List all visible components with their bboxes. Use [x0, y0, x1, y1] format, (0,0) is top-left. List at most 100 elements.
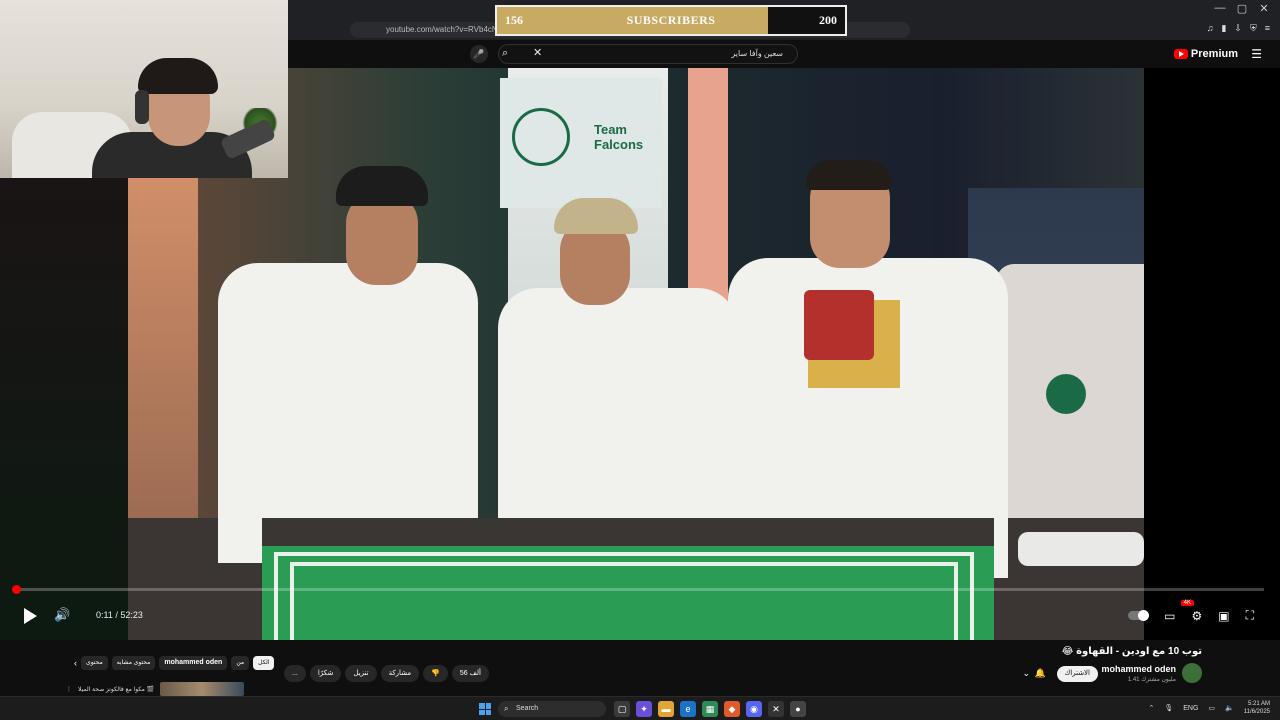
sidebar-icon[interactable]: ▮	[1221, 23, 1226, 34]
face	[346, 193, 418, 285]
chevron-left-icon[interactable]: ‹	[74, 658, 77, 668]
chip-more[interactable]: محتوى	[81, 656, 108, 670]
video-title: توب 10 مع اودين - القهاوة 😂	[1061, 646, 1202, 657]
store-icon[interactable]: ▦	[702, 701, 718, 717]
language-indicator[interactable]: ENG	[1183, 705, 1198, 712]
youtube-header: 🎤 سعين وآفا ساير ⌕ ✕ Premium ☰	[288, 40, 1280, 68]
subscriber-label: SUBSCRIBERS	[626, 13, 716, 27]
table-top	[262, 518, 994, 546]
clear-search-icon[interactable]: ✕	[533, 46, 542, 59]
video-info-area: توب 10 مع اودين - القهاوة 😂 mohammed ode…	[0, 640, 1280, 696]
voice-search-button[interactable]: 🎤	[470, 45, 488, 63]
xbox-icon[interactable]: ✕	[768, 701, 784, 717]
download-button[interactable]: تنزيل	[345, 665, 377, 682]
dislike-button[interactable]: 👎	[423, 665, 448, 682]
quality-badge: 4K	[1180, 600, 1194, 606]
player-right-controls: ▭ ⚙ ▣ ⛶	[1128, 608, 1254, 623]
cap	[554, 198, 638, 234]
more-actions-button[interactable]: ...	[284, 665, 306, 682]
play-button[interactable]	[24, 608, 37, 624]
cap	[336, 166, 428, 206]
youtube-play-logo-icon	[1173, 49, 1188, 59]
window-controls: — ▢ ✕	[1212, 2, 1272, 15]
maximize-button[interactable]: ▢	[1234, 2, 1250, 15]
player-controls: 🔊 0:11 / 52:23 4K ▭ ⚙ ▣ ⛶	[0, 600, 1280, 632]
falcon-logo-icon	[512, 108, 570, 166]
channel-name[interactable]: mohammed oden	[1101, 664, 1176, 674]
recommendation-item[interactable]: ⋮ مكوا مع فالكونز صحة الميلا 🎬	[66, 682, 244, 696]
settings-icon[interactable]: ⚙	[1191, 609, 1202, 623]
browser-menu-icon[interactable]: ≡	[1265, 23, 1270, 34]
chevron-down-icon[interactable]: ⌄	[1022, 668, 1030, 679]
recommendation-title[interactable]: مكوا مع فالكونز صحة الميلا 🎬	[78, 686, 154, 693]
channel-avatar[interactable]	[1182, 663, 1202, 683]
chip-all[interactable]: الكل	[253, 656, 275, 670]
discord-icon[interactable]: ◉	[746, 701, 762, 717]
search-input[interactable]: سعين وآفا ساير	[498, 44, 798, 64]
edge-icon[interactable]: e	[680, 701, 696, 717]
share-button[interactable]: مشاركة	[380, 665, 420, 682]
thanks-button[interactable]: شكرًا	[309, 665, 342, 682]
time-display: 0:11 / 52:23	[96, 610, 143, 620]
team-falcons-sign: Team Falcons	[500, 78, 662, 208]
copilot-icon[interactable]: ✦	[636, 701, 652, 717]
volume-icon[interactable]: 🔊	[54, 607, 70, 623]
menu-icon[interactable]: ☰	[1251, 47, 1262, 61]
search-icon[interactable]: ⌕	[502, 47, 508, 60]
tray-chevron-icon[interactable]: ⌃	[1148, 704, 1154, 712]
streamer-hair	[138, 58, 218, 94]
taskbar-search-placeholder: Search	[516, 705, 539, 712]
extension-icon[interactable]: ♫	[1207, 23, 1214, 34]
file-explorer-icon[interactable]: ▬	[658, 701, 674, 717]
chip-related[interactable]: محتوى مشابه	[111, 656, 156, 670]
system-tray: ⌃ 🎙 ENG ▭ 🔈 5:21 AM 11/6/2025	[1148, 700, 1270, 716]
screen: — ▢ ✕ 🔖 ⚙ youtube.com/watch?v=RVb4cNs3 ♫…	[0, 0, 1280, 720]
minimize-button[interactable]: —	[1212, 2, 1228, 15]
obs-icon[interactable]: ●	[790, 701, 806, 717]
subtitles-icon[interactable]: ▭	[1164, 609, 1175, 623]
start-button[interactable]	[479, 703, 491, 715]
sign-logo-text: Team Falcons	[594, 122, 644, 152]
subscriber-goal-count: 200	[819, 13, 837, 27]
subscriber-goal-bar: 156 SUBSCRIBERS 200	[495, 5, 847, 36]
progress-bar[interactable]	[16, 588, 1264, 591]
speaker-icon[interactable]: 🔈	[1225, 704, 1234, 712]
scrubber-handle[interactable]	[12, 585, 21, 594]
bell-icon[interactable]: 🔔	[1035, 668, 1046, 679]
youtube-premium-logo[interactable]: Premium	[1173, 48, 1238, 60]
downloads-icon[interactable]: ⇩	[1234, 23, 1242, 34]
premium-label: Premium	[1190, 48, 1238, 60]
mic-tray-icon[interactable]: 🎙	[1164, 704, 1173, 712]
brave-icon[interactable]: ◆	[724, 701, 740, 717]
hair	[806, 160, 892, 190]
player-side-area	[0, 178, 128, 640]
shield-icon[interactable]: ⛨	[1250, 23, 1257, 34]
extension-icons: ♫ ▮ ⇩ ⛨ ≡	[1207, 23, 1270, 34]
channel-subscriber-count: 1.41 مليون مشترك	[1127, 677, 1176, 683]
clock-date: 11/6/2025	[1243, 709, 1270, 715]
recommendation-chips: ‹ محتوى محتوى مشابه mohammed oden من الك…	[74, 656, 275, 670]
autoplay-toggle[interactable]	[1128, 610, 1150, 621]
close-window-button[interactable]: ✕	[1256, 2, 1272, 15]
headphones	[135, 90, 149, 124]
recommendation-thumbnail[interactable]	[159, 682, 244, 696]
chip-from[interactable]: من	[231, 656, 250, 670]
shirt-print	[804, 290, 900, 388]
windows-taskbar: ⌕ Search ▢ ✦ ▬ e ▦ ◆ ◉ ✕ ● ⌃ 🎙 ENG ▭ 🔈 5…	[0, 696, 1280, 720]
like-button[interactable]: 56 ألف	[451, 665, 489, 682]
clock[interactable]: 5:21 AM 11/6/2025	[1244, 700, 1270, 716]
task-view-icon[interactable]: ▢	[614, 701, 630, 717]
network-icon[interactable]: ▭	[1208, 704, 1215, 712]
more-vert-icon[interactable]: ⋮	[66, 686, 72, 693]
fullscreen-icon[interactable]: ⛶	[1246, 608, 1254, 623]
clock-time: 5:21 AM	[1247, 701, 1270, 707]
taskbar-search[interactable]: ⌕ Search	[498, 701, 606, 717]
subscribe-button[interactable]: الاشتراك	[1056, 666, 1098, 682]
chip-channel[interactable]: mohammed oden	[159, 656, 228, 670]
webcam-overlay	[0, 0, 288, 178]
falcon-mark-icon	[1046, 374, 1086, 414]
search-icon: ⌕	[504, 704, 509, 713]
miniplayer-icon[interactable]: ▣	[1218, 609, 1229, 623]
video-actions: ... شكرًا تنزيل مشاركة 👎 56 ألف	[284, 665, 489, 682]
subscriber-current-count: 156	[505, 13, 523, 27]
